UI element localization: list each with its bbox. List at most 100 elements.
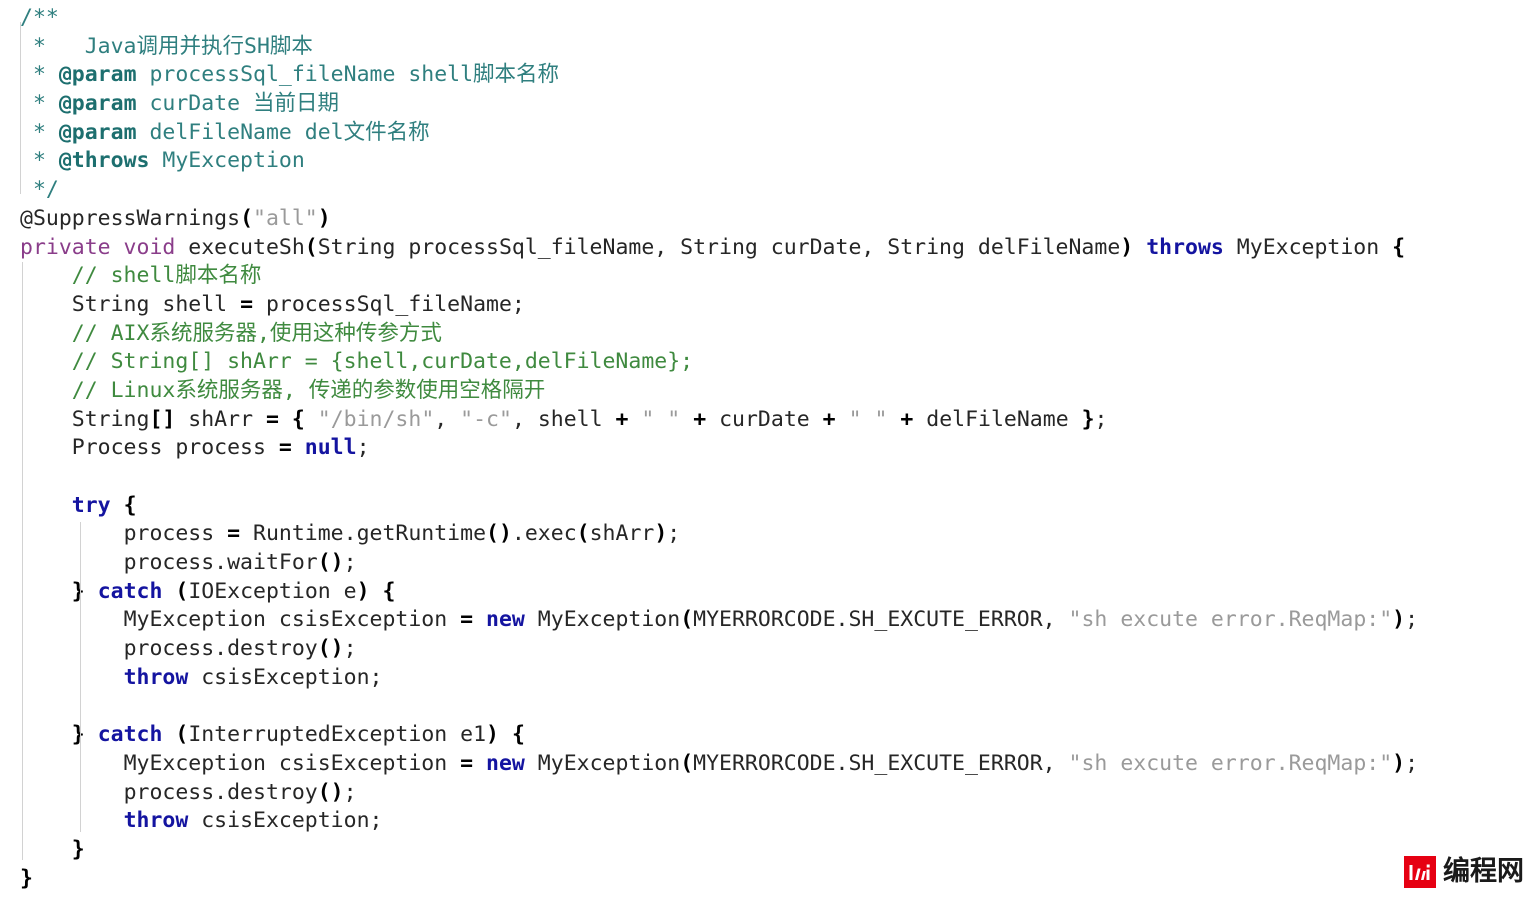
code-token: IOException e <box>188 578 357 604</box>
code-token: * <box>20 62 59 88</box>
code-line: * @param delFileName del文件名称 <box>0 119 1418 148</box>
code-token: , <box>1042 607 1069 633</box>
code-line: @SuppressWarnings("all") <box>0 205 1418 234</box>
indent-guide <box>20 22 21 194</box>
code-line: * @param curDate 当前日期 <box>0 90 1418 119</box>
code-token: ( <box>576 521 590 547</box>
indent-guide <box>80 755 81 830</box>
code-line: * Java调用并执行SH脚本 <box>0 33 1418 62</box>
code-token: .exec <box>511 521 577 547</box>
code-token: delFileName del文件名称 <box>136 119 430 145</box>
code-token: ; <box>356 435 370 461</box>
code-token: ) <box>317 205 331 231</box>
code-token: + <box>693 406 707 432</box>
code-token: } <box>1081 406 1095 432</box>
code-token: throws <box>1146 234 1224 260</box>
code-token: * <box>20 119 59 145</box>
code-token: ; <box>343 636 357 662</box>
code-line: * @param processSql_fileName shell脚本名称 <box>0 61 1418 90</box>
code-token: // String[] shArr = {shell,curDate,delFi… <box>71 349 694 375</box>
code-token: // shell脚本名称 <box>71 263 262 289</box>
code-token: try <box>71 492 111 518</box>
code-token: Process process <box>71 435 279 461</box>
code-token: MyException <box>524 750 681 776</box>
code-token: String processSql_fileName, String curDa… <box>317 234 1121 260</box>
code-token: " " <box>848 406 888 432</box>
code-line: private void executeSh(String processSql… <box>0 234 1418 263</box>
code-token: process.waitFor <box>123 550 318 576</box>
code-token: */ <box>20 177 59 203</box>
code-token: ; <box>1405 750 1419 776</box>
code-token: "sh excute error.ReqMap:" <box>1068 750 1393 776</box>
code-token: ( <box>680 607 694 633</box>
code-token: ) <box>1120 234 1134 260</box>
code-token: shArr <box>589 521 655 547</box>
code-token: , <box>1042 750 1069 776</box>
code-line: */ <box>0 176 1418 205</box>
code-token: " " <box>641 406 681 432</box>
code-token: /** <box>20 5 59 30</box>
code-token: MyException <box>149 148 305 174</box>
code-line: process = Runtime.getRuntime().exec(shAr… <box>0 520 1418 549</box>
code-line: process.destroy(); <box>0 635 1418 664</box>
code-token: MyException <box>1223 234 1393 260</box>
code-token: , <box>434 406 461 432</box>
code-token: ; <box>1094 406 1108 432</box>
code-line: process.waitFor(); <box>0 549 1418 578</box>
code-viewer: /** * Java调用并执行SH脚本 * @param processSql_… <box>0 0 1538 900</box>
code-token: ; <box>343 550 357 576</box>
code-token: + <box>822 406 836 432</box>
code-token: ; <box>667 521 681 547</box>
code-token: } <box>20 865 33 891</box>
code-token: throw <box>123 808 189 834</box>
code-token: private void <box>20 234 189 260</box>
code-token: ) <box>654 521 668 547</box>
code-token: () <box>317 550 344 576</box>
code-line: // String[] shArr = {shell,curDate,delFi… <box>0 348 1418 377</box>
code-line: MyException csisException = new MyExcept… <box>0 606 1419 635</box>
code-token: = <box>240 291 254 317</box>
code-token: "sh excute error.ReqMap:" <box>1068 607 1393 633</box>
code-token: { <box>1392 234 1406 260</box>
code-token: "-c" <box>460 406 512 432</box>
code-line: process.destroy(); <box>0 779 1418 808</box>
code-token: = <box>265 406 279 432</box>
code-token: process.destroy <box>123 779 318 805</box>
code-token: } <box>71 836 85 862</box>
code-token: + <box>900 406 914 432</box>
code-token: delFileName <box>913 406 1082 432</box>
code-token: throw <box>123 664 189 690</box>
code-token: Runtime.getRuntime <box>240 521 487 547</box>
code-token: String <box>71 406 150 432</box>
code-token: null <box>304 435 357 461</box>
code-token: = <box>278 435 292 461</box>
indent-guide <box>22 262 23 860</box>
code-token: String shell <box>71 291 241 317</box>
watermark: 编程网 <box>1404 856 1524 888</box>
code-line: // Linux系统服务器, 传递的参数使用空格隔开 <box>0 377 1418 406</box>
code-token: executeSh <box>188 234 305 260</box>
code-token: MYERRORCODE.SH_EXCUTE_ERROR <box>693 750 1043 776</box>
code-token: ; <box>1405 607 1419 633</box>
code-token: csisException; <box>188 664 383 690</box>
code-token: new <box>486 750 525 776</box>
code-token: curDate 当前日期 <box>136 91 340 117</box>
code-token: ; <box>343 779 357 805</box>
code-token: { <box>291 406 305 432</box>
bar-chart-logo-icon <box>1404 856 1436 888</box>
code-token: @param <box>58 62 137 88</box>
code-line: String[] shArr = { "/bin/sh", "-c", shel… <box>0 406 1418 435</box>
code-token: ) <box>1392 750 1406 776</box>
